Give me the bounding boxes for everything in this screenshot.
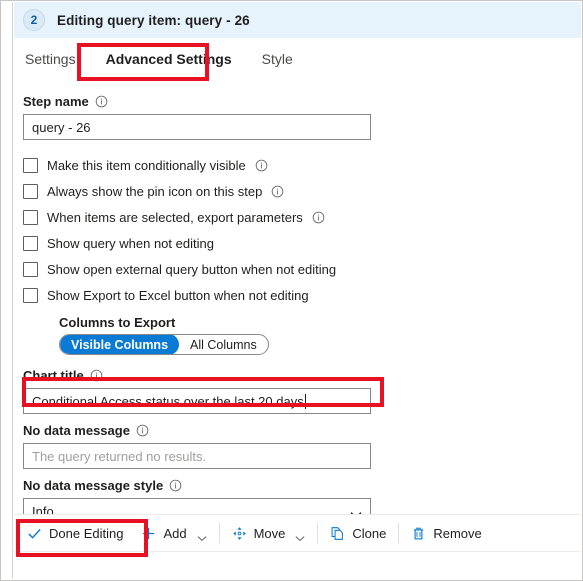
step-name-label-text: Step name (23, 94, 89, 109)
done-editing-label: Done Editing (49, 525, 124, 541)
no-data-message-placeholder: The query returned no results. (32, 448, 207, 464)
checkbox-show-query[interactable] (23, 235, 38, 251)
tab-bar: Settings Advanced Settings Style (14, 38, 581, 80)
move-label: Move (253, 525, 286, 541)
step-name-value: query - 26 (32, 119, 91, 135)
chevron-down-icon (295, 530, 305, 541)
copy-icon (330, 526, 345, 541)
editor-panel-frame: 2 Editing query item: query - 26 Setting… (0, 0, 583, 581)
checkbox-label: Always show the pin icon on this step (47, 183, 263, 199)
columns-to-export-toggle[interactable]: Visible Columns All Columns (59, 334, 269, 355)
checkbox-show-export-excel-button[interactable] (23, 287, 38, 303)
checkmark-icon (27, 526, 42, 541)
checkbox-label: Show Export to Excel button when not edi… (47, 287, 309, 303)
checkbox-row-export-parameters[interactable]: When items are selected, export paramete… (23, 204, 581, 230)
columns-to-export-label: Columns to Export (59, 315, 176, 330)
move-button[interactable]: Move (223, 517, 315, 549)
move-arrows-icon (232, 526, 247, 541)
pill-all-columns[interactable]: All Columns (179, 335, 268, 354)
checkbox-show-external-query-button[interactable] (23, 261, 38, 277)
done-editing-button[interactable]: Done Editing (18, 517, 132, 549)
chart-title-input[interactable]: Conditional Access status over the last … (23, 388, 371, 414)
checkbox-label: Show query when not editing (47, 235, 214, 251)
info-icon[interactable] (95, 95, 108, 108)
checkbox-label: Show open external query button when not… (47, 261, 337, 277)
trash-icon (411, 526, 426, 541)
tab-settings[interactable]: Settings (23, 47, 78, 71)
checkbox-export-parameters[interactable] (23, 209, 38, 225)
info-icon[interactable] (312, 211, 325, 224)
command-toolbar: Done Editing Add Move Clone Remove (14, 514, 581, 552)
panel-header: 2 Editing query item: query - 26 (14, 2, 581, 38)
add-label: Add (163, 525, 187, 541)
checkbox-row-conditionally-visible[interactable]: Make this item conditionally visible (23, 152, 581, 178)
columns-to-export-group: Columns to Export Visible Columns All Co… (59, 315, 581, 355)
checkbox-row-show-query[interactable]: Show query when not editing (23, 230, 581, 256)
advanced-settings-form: Step name query - 26 Make this item cond… (14, 80, 581, 524)
info-icon[interactable] (271, 185, 284, 198)
checkbox-row-always-show-pin[interactable]: Always show the pin icon on this step (23, 178, 581, 204)
no-data-message-style-label: No data message style (23, 478, 581, 493)
info-icon[interactable] (90, 369, 103, 382)
step-name-input[interactable]: query - 26 (23, 114, 371, 140)
editor-panel: 2 Editing query item: query - 26 Setting… (14, 2, 581, 579)
step-number-badge: 2 (23, 9, 45, 31)
text-caret (304, 393, 306, 409)
info-icon[interactable] (255, 159, 268, 172)
checkbox-label: When items are selected, export paramete… (47, 209, 303, 225)
checkbox-label: Make this item conditionally visible (47, 157, 246, 173)
chart-title-value: Conditional Access status over the last … (32, 393, 304, 409)
checkbox-list: Make this item conditionally visible Alw… (23, 152, 581, 308)
remove-label: Remove (433, 525, 482, 541)
no-data-message-input[interactable]: The query returned no results. (23, 443, 371, 469)
checkbox-always-show-pin[interactable] (23, 183, 38, 199)
plus-icon (141, 526, 156, 541)
toolbar-separator (218, 523, 220, 543)
tab-style[interactable]: Style (260, 47, 295, 71)
info-icon[interactable] (136, 424, 149, 437)
chart-title-label-text: Chart title (23, 368, 84, 383)
pill-visible-columns[interactable]: Visible Columns (60, 335, 180, 354)
step-name-label: Step name (23, 94, 581, 109)
checkbox-conditionally-visible[interactable] (23, 157, 38, 173)
clone-button[interactable]: Clone (321, 517, 395, 549)
no-data-message-label: No data message (23, 423, 581, 438)
tab-advanced-settings[interactable]: Advanced Settings (104, 47, 234, 71)
chart-title-label: Chart title (23, 368, 581, 383)
remove-button[interactable]: Remove (402, 517, 490, 549)
checkbox-row-show-external-query-button[interactable]: Show open external query button when not… (23, 256, 581, 282)
panel-footer (14, 552, 581, 579)
toolbar-separator (317, 523, 319, 543)
info-icon[interactable] (169, 479, 182, 492)
toolbar-separator (398, 523, 400, 543)
add-button[interactable]: Add (132, 517, 215, 549)
no-data-message-label-text: No data message (23, 423, 130, 438)
clone-label: Clone (352, 525, 387, 541)
no-data-message-style-label-text: No data message style (23, 478, 164, 493)
left-gutter (2, 2, 13, 579)
page-title: Editing query item: query - 26 (57, 12, 250, 28)
chevron-down-icon (197, 530, 207, 541)
checkbox-row-show-export-excel-button[interactable]: Show Export to Excel button when not edi… (23, 282, 581, 308)
